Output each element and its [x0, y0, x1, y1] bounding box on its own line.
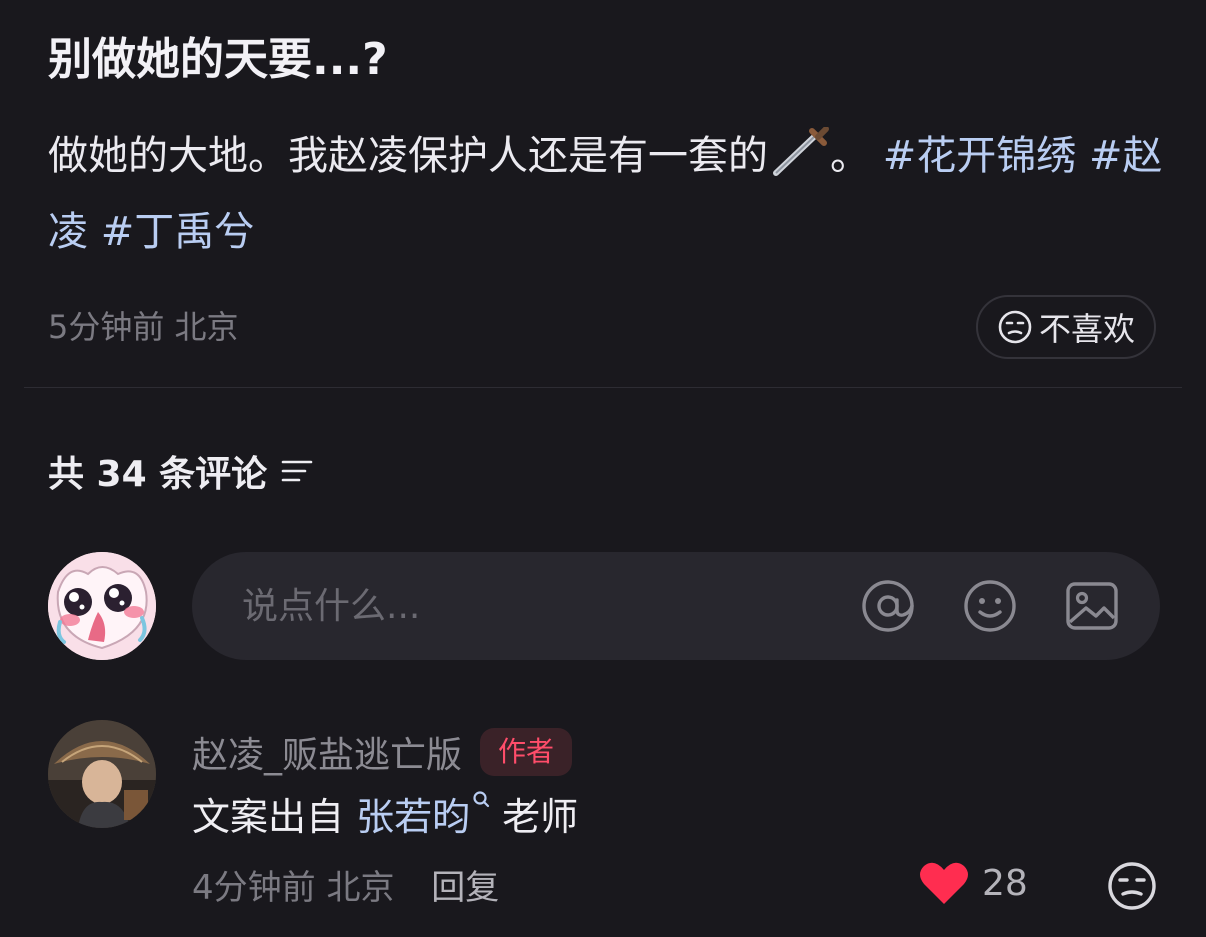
comment-item: 赵凌_贩盐逃亡版 作者 文案出自 张若昀 老师 4分钟前 北京 回复 28 — [48, 720, 1168, 930]
dislike-label: 不喜欢 — [1038, 310, 1135, 348]
my-avatar[interactable] — [48, 552, 156, 660]
author-badge: 作者 — [480, 728, 573, 776]
post-body: 做她的大地。我赵凌保护人还是有一套的 。 #花开锦绣 #赵凌 #丁禹兮 — [48, 118, 1168, 270]
post-location: 北京 — [174, 308, 239, 346]
post-body-text: 做她的大地。我赵凌保护人还是有一套的 — [48, 133, 768, 179]
comments-header: 共 34 条评论 — [48, 445, 315, 497]
hashtag-dingyuxi[interactable]: #丁禹兮 — [101, 209, 255, 255]
comment-text-prefix: 文案出自 — [192, 795, 345, 839]
post-meta: 5分钟前 北京 — [48, 302, 239, 348]
sort-icon[interactable] — [279, 453, 315, 489]
search-icon[interactable] — [472, 790, 490, 812]
comment-count: 共 34 条评论 — [48, 454, 268, 495]
dislike-button[interactable]: 不喜欢 — [976, 295, 1156, 359]
reply-button[interactable]: 回复 — [431, 868, 499, 908]
crying-cat-avatar-icon — [48, 552, 156, 660]
like-button[interactable]: 28 — [918, 860, 1028, 906]
meh-face-icon — [998, 310, 1032, 344]
mention-link[interactable]: 张若昀 — [356, 795, 470, 839]
image-icon[interactable] — [1064, 578, 1120, 634]
post-detail-page: 别做她的天要...? 做她的大地。我赵凌保护人还是有一套的 。 #花开锦绣 #赵… — [0, 0, 1206, 937]
comment-author-row: 赵凌_贩盐逃亡版 作者 — [192, 726, 573, 778]
post-time: 5分钟前 — [48, 308, 165, 346]
comment-author-name[interactable]: 赵凌_贩盐逃亡版 — [192, 726, 462, 778]
comment-time: 4分钟前 — [192, 868, 316, 908]
like-count: 28 — [982, 862, 1028, 904]
post-body-punct: 。 — [830, 133, 870, 179]
comment-meta: 4分钟前 北京 回复 — [192, 860, 499, 909]
comment-avatar[interactable] — [48, 720, 156, 828]
hashtag-huakaijinxiu[interactable]: #花开锦绣 — [883, 133, 1077, 179]
comment-input-bar[interactable] — [192, 552, 1160, 660]
at-icon[interactable] — [860, 578, 916, 634]
dagger-icon — [773, 127, 829, 176]
divider — [24, 387, 1182, 388]
comment-input[interactable] — [240, 584, 844, 628]
post-title: 别做她的天要...? — [48, 34, 388, 85]
comment-text: 文案出自 张若昀 老师 — [192, 790, 578, 842]
author-avatar-icon — [48, 720, 156, 828]
heart-icon — [920, 862, 968, 904]
comment-location: 北京 — [326, 868, 395, 908]
comment-dislike-icon[interactable] — [1106, 860, 1158, 912]
emoji-icon[interactable] — [962, 578, 1018, 634]
comment-text-suffix: 老师 — [502, 795, 579, 839]
